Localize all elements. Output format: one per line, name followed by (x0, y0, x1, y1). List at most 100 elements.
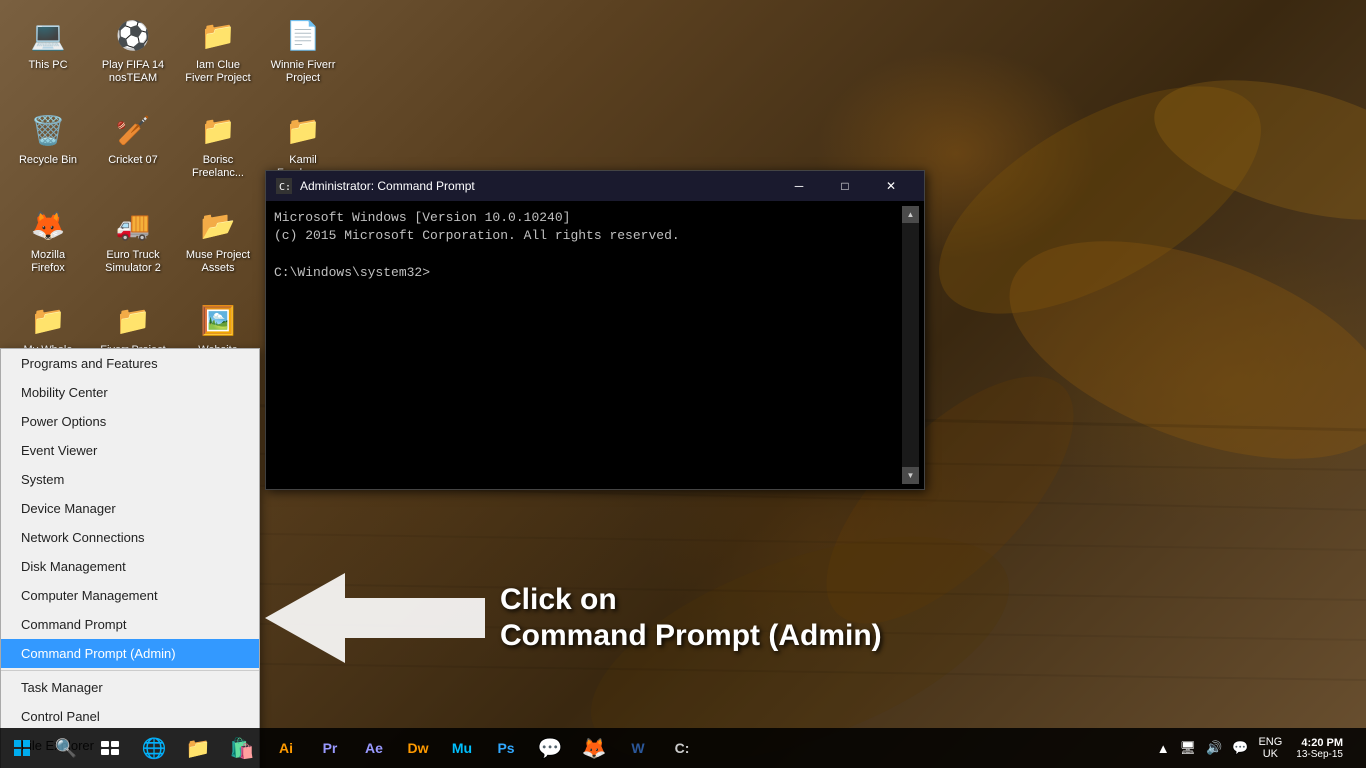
menu-item-system[interactable]: System (1, 465, 259, 494)
menu-item-programs-features[interactable]: Programs and Features (1, 349, 259, 378)
desktop-icon-fifa[interactable]: ⚽ Play FIFA 14 nosTEAM (95, 10, 171, 100)
desktop-icon-mozilla[interactable]: 🦊 Mozilla Firefox (10, 200, 86, 290)
menu-separator-1 (1, 670, 259, 671)
tray-volume-icon[interactable]: 🔊 (1202, 738, 1226, 758)
task-view-icon (101, 741, 119, 755)
menu-label-event-viewer: Event Viewer (21, 443, 97, 458)
desktop-icon-iam-clue[interactable]: 📁 Iam Clue Fiverr Project (180, 10, 256, 100)
task-view-button[interactable] (88, 728, 132, 768)
desktop: 💻 This PC ⚽ Play FIFA 14 nosTEAM 📁 Iam C… (0, 0, 1366, 768)
taskbar-store-icon[interactable]: 🛍️ (220, 728, 264, 768)
scrollbar-down-arrow[interactable]: ▼ (902, 467, 919, 484)
iam-clue-icon: 📁 (198, 15, 238, 55)
context-menu: Programs and Features Mobility Center Po… (0, 348, 260, 768)
winnie-label: Winnie Fiverr Project (270, 59, 336, 85)
taskbar-illustrator-icon[interactable]: Ai (264, 728, 308, 768)
menu-item-power-options[interactable]: Power Options (1, 407, 259, 436)
cmd-scrollbar[interactable]: ▲ ▼ (902, 206, 919, 484)
tray-expand-icon[interactable]: ▲ (1153, 739, 1174, 758)
desktop-icon-eurotruck[interactable]: 🚚 Euro Truck Simulator 2 (95, 200, 171, 290)
tray-network-icon[interactable]: 🖥 (1176, 738, 1201, 758)
annotation-line1: Click on (500, 582, 882, 618)
cricket-label: Cricket 07 (108, 154, 158, 167)
iam-clue-label: Iam Clue Fiverr Project (185, 59, 251, 85)
taskbar-word-icon[interactable]: W (616, 728, 660, 768)
annotation-arrow (265, 573, 485, 663)
muse-icon: 📂 (198, 205, 238, 245)
menu-item-command-prompt[interactable]: Command Prompt (1, 610, 259, 639)
cmd-close-button[interactable]: ✕ (868, 171, 914, 201)
cmd-title-text: Administrator: Command Prompt (300, 179, 475, 193)
mywhole-icon: 📁 (28, 300, 68, 340)
scrollbar-up-arrow[interactable]: ▲ (902, 206, 919, 223)
desktop-icon-muse[interactable]: 📂 Muse Project Assets (180, 200, 256, 290)
cmd-window[interactable]: C: Administrator: Command Prompt ─ □ ✕ M… (265, 170, 925, 490)
taskbar-firefox-icon[interactable]: 🦊 (572, 728, 616, 768)
desktop-icon-winnie[interactable]: 📄 Winnie Fiverr Project (265, 10, 341, 100)
desktop-icon-recycle-bin[interactable]: 🗑️ Recycle Bin (10, 105, 86, 195)
this-pc-label: This PC (28, 59, 67, 72)
fifa-label: Play FIFA 14 nosTEAM (100, 59, 166, 85)
menu-item-device-manager[interactable]: Device Manager (1, 494, 259, 523)
cmd-controls: ─ □ ✕ (776, 171, 914, 201)
desktop-icon-borisc[interactable]: 📁 Borisc Freelanc... (180, 105, 256, 195)
menu-label-disk-management: Disk Management (21, 559, 126, 574)
taskbar-dw-icon[interactable]: Dw (396, 728, 440, 768)
winnie-icon: 📄 (283, 15, 323, 55)
tray-notification-icon[interactable]: 💬 (1228, 738, 1252, 758)
menu-item-computer-management[interactable]: Computer Management (1, 581, 259, 610)
menu-item-task-manager[interactable]: Task Manager (1, 673, 259, 702)
clock-date: 13-Sep-15 (1296, 749, 1343, 760)
menu-label-power-options: Power Options (21, 414, 106, 429)
search-button[interactable]: 🔍 (44, 728, 88, 768)
taskbar-skype-icon[interactable]: 💬 (528, 728, 572, 768)
this-pc-icon: 💻 (28, 15, 68, 55)
taskbar-apps: 🌐 📁 🛍️ Ai Pr Ae Dw Mu Ps 💬 🦊 W C: (132, 728, 1153, 768)
taskbar-edge-icon[interactable]: 🌐 (132, 728, 176, 768)
menu-label-network-connections: Network Connections (21, 530, 145, 545)
cricket-icon: 🏏 (113, 110, 153, 150)
windows-logo-icon (14, 740, 30, 756)
taskbar-mu-icon[interactable]: Mu (440, 728, 484, 768)
menu-label-command-prompt: Command Prompt (21, 617, 126, 632)
eurotruck-icon: 🚚 (113, 205, 153, 245)
taskbar-ps-icon[interactable]: Ps (484, 728, 528, 768)
start-button[interactable] (0, 728, 44, 768)
cmd-content[interactable]: Microsoft Windows [Version 10.0.10240] (… (271, 206, 902, 484)
menu-label-programs-features: Programs and Features (21, 356, 158, 371)
taskbar-explorer-icon[interactable]: 📁 (176, 728, 220, 768)
cmd-titlebar: C: Administrator: Command Prompt ─ □ ✕ (266, 171, 924, 201)
menu-item-network-connections[interactable]: Network Connections (1, 523, 259, 552)
language-region: UK (1258, 748, 1282, 760)
cmd-minimize-button[interactable]: ─ (776, 171, 822, 201)
menu-label-command-prompt-admin: Command Prompt (Admin) (21, 646, 176, 661)
cmd-maximize-button[interactable]: □ (822, 171, 868, 201)
website-icon: 🖼️ (198, 300, 238, 340)
fiverr-icon: 📁 (113, 300, 153, 340)
desktop-icon-cricket[interactable]: 🏏 Cricket 07 (95, 105, 171, 195)
desktop-icon-this-pc[interactable]: 💻 This PC (10, 10, 86, 100)
annotation-line2: Command Prompt (Admin) (500, 618, 882, 654)
recycle-bin-label: Recycle Bin (19, 154, 77, 167)
menu-item-event-viewer[interactable]: Event Viewer (1, 436, 259, 465)
taskbar-premiere-icon[interactable]: Pr (308, 728, 352, 768)
taskbar-cmd-icon[interactable]: C: (660, 728, 704, 768)
cmd-title-left: C: Administrator: Command Prompt (276, 178, 475, 194)
menu-item-disk-management[interactable]: Disk Management (1, 552, 259, 581)
taskbar-right: ▲ 🖥 🔊 💬 ENG UK 4:20 PM 13-Sep-15 (1153, 728, 1366, 768)
clock-time: 4:20 PM (1296, 737, 1343, 749)
menu-item-command-prompt-admin[interactable]: Command Prompt (Admin) (1, 639, 259, 668)
system-clock[interactable]: 4:20 PM 13-Sep-15 (1288, 737, 1351, 760)
fifa-icon: ⚽ (113, 15, 153, 55)
borisc-icon: 📁 (198, 110, 238, 150)
borisc-label: Borisc Freelanc... (185, 154, 251, 180)
menu-label-device-manager: Device Manager (21, 501, 116, 516)
taskbar-ae-icon[interactable]: Ae (352, 728, 396, 768)
taskbar: 🔍 🌐 📁 🛍️ Ai Pr Ae Dw Mu Ps 💬 🦊 (0, 728, 1366, 768)
kamil-icon: 📁 (283, 110, 323, 150)
menu-item-control-panel[interactable]: Control Panel (1, 702, 259, 731)
menu-item-mobility-center[interactable]: Mobility Center (1, 378, 259, 407)
mozilla-label: Mozilla Firefox (15, 249, 81, 275)
language-indicator[interactable]: ENG UK (1254, 736, 1286, 760)
annotation: Click on Command Prompt (Admin) (265, 573, 882, 663)
